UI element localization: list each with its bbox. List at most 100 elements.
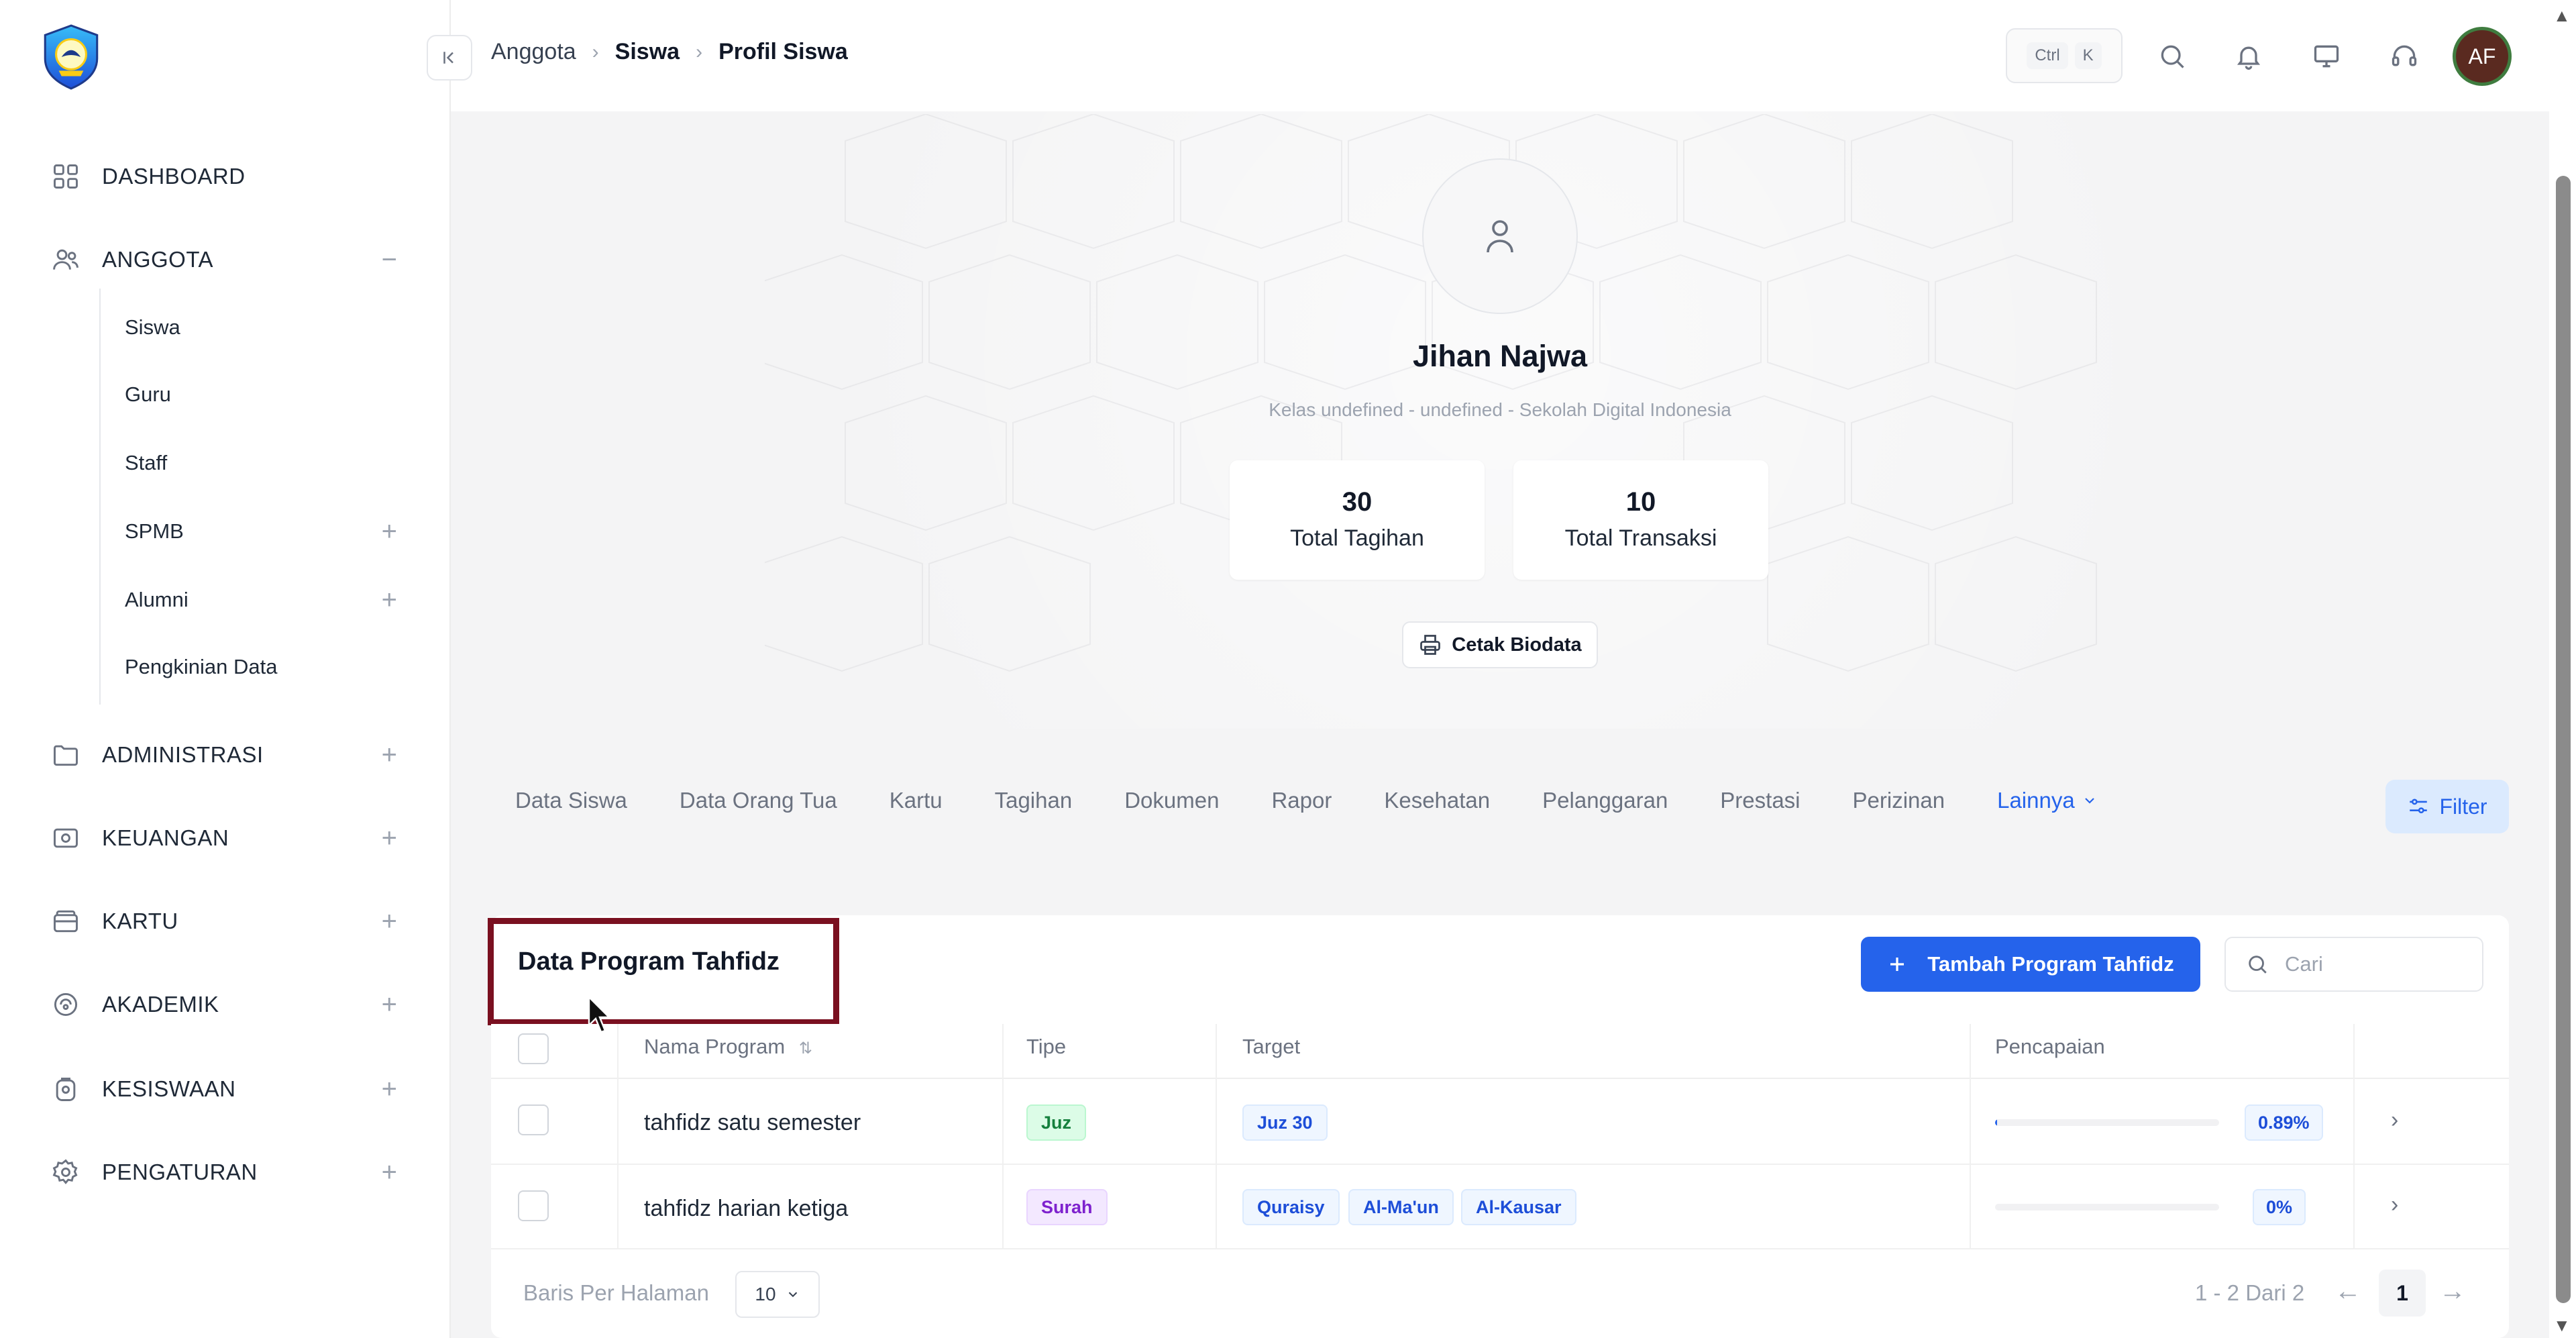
program-name: tahfidz satu semester [644,1110,861,1135]
search-input[interactable]: Cari [2224,937,2483,992]
tab-kesehatan[interactable]: Kesehatan [1384,788,1490,813]
chevron-down-icon [2084,798,2094,804]
type-badge: Juz [1026,1104,1087,1141]
plus-icon [1890,958,1904,971]
chevron-right-icon: › [696,40,703,63]
print-biodata-label: Cetak Biodata [1452,633,1582,656]
sidebar-item-pengaturan[interactable]: PENGATURAN + [48,1149,397,1196]
support-headset-icon[interactable] [2383,35,2426,78]
tab-kartu[interactable]: Kartu [890,788,943,813]
next-page-icon[interactable]: → [2439,1276,2466,1306]
mouse-cursor-icon [588,996,611,1033]
tab-data-orang-tua[interactable]: Data Orang Tua [680,788,837,813]
card-icon [48,904,83,939]
add-tahfidz-program-button[interactable]: Tambah Program Tahfidz [1861,937,2200,992]
tab-lainnya-label: Lainnya [1997,788,2075,813]
expand-icon[interactable]: + [382,823,397,854]
sidebar-subitem-spmb[interactable]: SPMB + [125,511,397,552]
tab-dokumen[interactable]: Dokumen [1124,788,1219,813]
row-checkbox[interactable] [518,1190,549,1221]
sidebar-item-label: ANGGOTA [102,247,214,272]
rows-per-page-select[interactable]: 10 [735,1271,820,1318]
sidebar-subitem-label: Pengkinian Data [125,655,278,678]
sidebar-subitem-guru[interactable]: Guru [125,374,397,415]
search-icon [2249,956,2267,974]
expand-icon[interactable]: + [382,585,397,615]
program-name: tahfidz harian ketiga [644,1196,849,1221]
breadcrumb-item-siswa[interactable]: Siswa [615,39,680,65]
tab-pelanggaran[interactable]: Pelanggaran [1542,788,1668,813]
school-logo-icon[interactable] [37,23,105,91]
filter-sliders-icon [2410,799,2428,814]
profile-name: Jihan Najwa [1412,339,1588,373]
folder-icon [48,737,83,772]
target-badge: Quraisy [1242,1189,1340,1225]
user-icon [1487,220,1513,253]
sidebar-item-akademik[interactable]: AKADEMIK + [48,981,397,1028]
rows-per-page-label: Baris Per Halaman [523,1280,709,1305]
search-placeholder: Cari [2285,952,2323,976]
expand-icon[interactable]: + [382,517,397,547]
sidebar-subitem-pengkinian-data[interactable]: Pengkinian Data [125,647,397,687]
sidebar-item-label: PENGATURAN [102,1160,258,1184]
search-icon[interactable] [2151,35,2194,78]
chevron-right-icon[interactable]: › [2391,1107,2398,1133]
select-all-checkbox[interactable] [518,1033,549,1064]
student-icon [48,1072,83,1107]
row-checkbox[interactable] [518,1104,549,1135]
tab-prestasi[interactable]: Prestasi [1720,788,1800,813]
column-header-target: Target [1242,1035,1301,1058]
expand-icon[interactable]: + [382,1157,397,1188]
sort-icon[interactable]: ⇅ [799,1039,812,1058]
collapse-icon[interactable]: − [382,245,397,275]
sidebar-item-administrasi[interactable]: ADMINISTRASI + [48,731,397,778]
expand-icon[interactable]: + [382,907,397,937]
filter-label: Filter [2439,794,2487,819]
filter-button[interactable]: Filter [2385,780,2509,833]
expand-icon[interactable]: + [382,990,397,1020]
stat-label: Total Tagihan [1290,525,1424,551]
scroll-up-icon[interactable]: ▲ [2553,5,2571,26]
sidebar-subitem-label: Alumni [125,588,189,611]
sidebar-item-kartu[interactable]: KARTU + [48,898,397,945]
column-header-nama-program[interactable]: Nama Program ⇅ [644,1035,812,1059]
sidebar-item-kesiswaan[interactable]: KESISWAAN + [48,1066,397,1113]
progress-bar [1995,1119,2219,1126]
sidebar-subitem-siswa[interactable]: Siswa [125,307,397,348]
breadcrumb-item-anggota[interactable]: Anggota [491,39,576,65]
scrollbar-thumb[interactable] [2556,176,2571,1303]
percent-badge: 0% [2253,1189,2306,1225]
sidebar-item-label: KARTU [102,909,178,933]
sidebar-item-dashboard[interactable]: DASHBOARD [48,153,397,200]
collapse-sidebar-button[interactable] [427,35,472,81]
tab-lainnya-dropdown[interactable]: Lainnya [1997,788,2098,813]
scroll-down-icon[interactable]: ▼ [2553,1315,2571,1336]
sidebar-item-keuangan[interactable]: KEUANGAN + [48,815,397,862]
monitor-icon[interactable] [2305,35,2348,78]
expand-icon[interactable]: + [382,1074,397,1104]
stat-card-total-transaksi: 10 Total Transaksi [1513,460,1768,580]
command-palette-button[interactable]: Ctrl K [2006,28,2123,83]
type-badge: Surah [1026,1189,1108,1225]
sidebar-subitem-label: Siswa [125,315,180,339]
tab-data-siswa[interactable]: Data Siswa [515,788,627,813]
kbd-k: K [2074,42,2102,69]
avatar[interactable]: AF [2453,27,2512,86]
sidebar-subitem-staff[interactable]: Staff [125,443,397,483]
current-page-button[interactable]: 1 [2379,1270,2426,1317]
breadcrumb-item-profil-siswa: Profil Siswa [718,39,848,64]
settings-icon [48,1155,83,1190]
sidebar-item-anggota[interactable]: ANGGOTA − [48,236,397,283]
profile-photo-placeholder[interactable] [1422,158,1578,314]
bell-icon[interactable] [2227,35,2270,78]
stat-value: 30 [1342,487,1373,517]
sidebar-subitem-alumni[interactable]: Alumni + [125,580,397,620]
sidebar-item-label: ADMINISTRASI [102,742,264,767]
tab-rapor[interactable]: Rapor [1271,788,1332,813]
expand-icon[interactable]: + [382,740,397,770]
chevron-right-icon[interactable]: › [2391,1192,2398,1218]
tab-perizinan[interactable]: Perizinan [1853,788,1945,813]
tab-tagihan[interactable]: Tagihan [995,788,1073,813]
print-biodata-button[interactable]: Cetak Biodata [1402,621,1598,668]
previous-page-icon[interactable]: ← [2334,1276,2361,1306]
